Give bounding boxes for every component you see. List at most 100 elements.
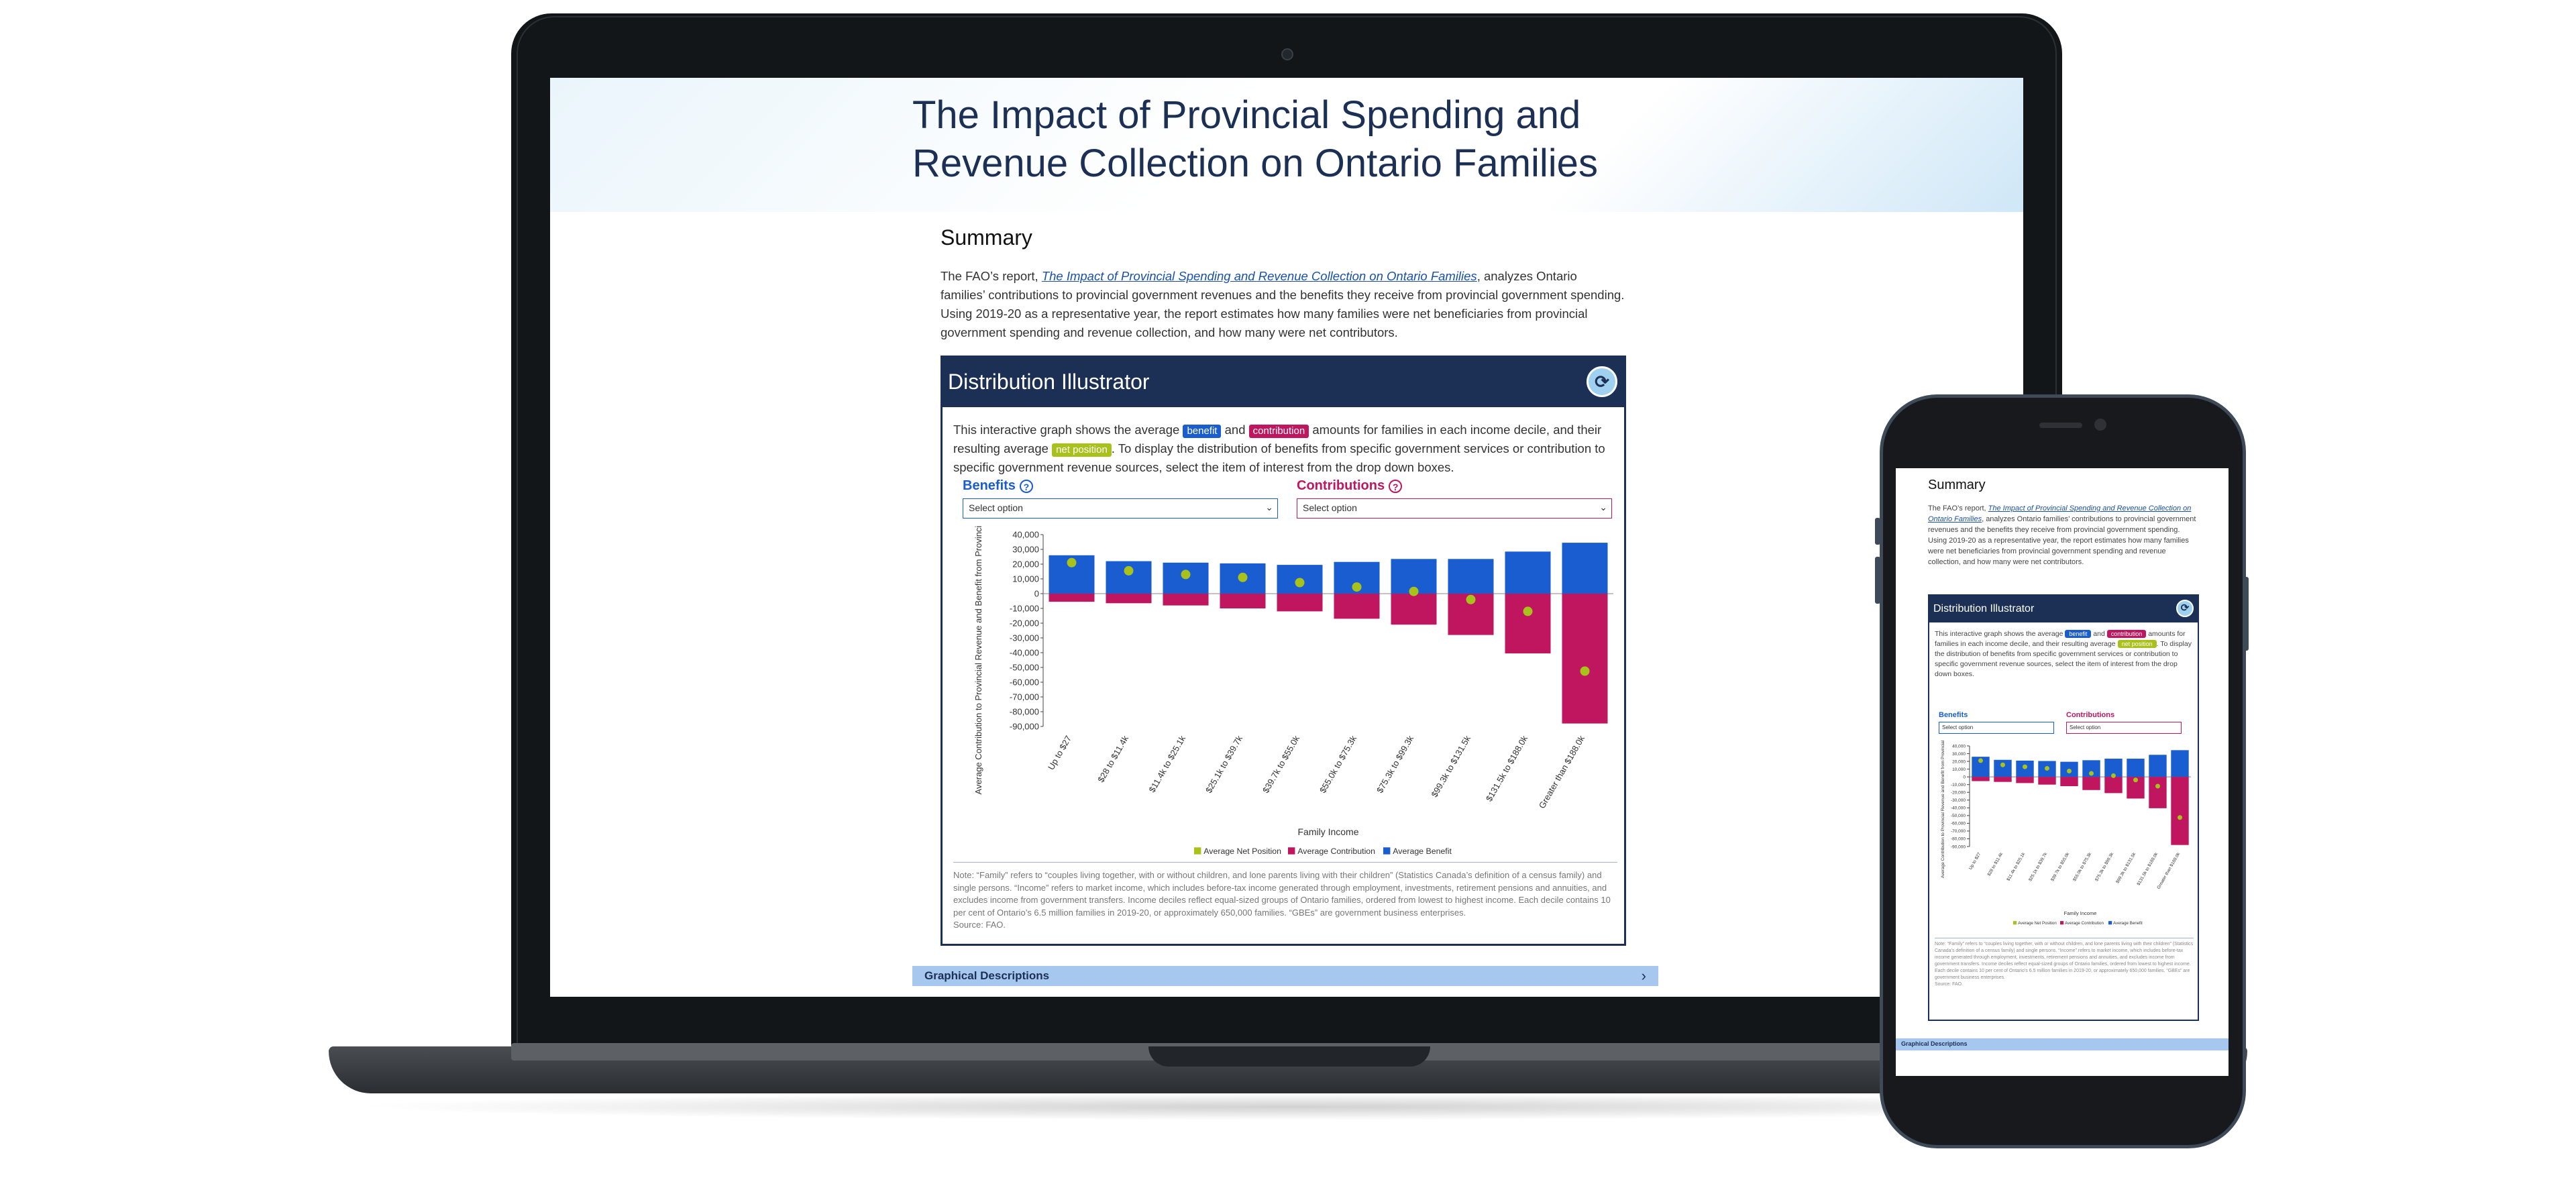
contribution-bar bbox=[1505, 594, 1551, 654]
x-tick-label: $28 to $11.4k bbox=[1095, 734, 1130, 784]
y-axis-label: Average Contribution to Provincial Reven… bbox=[973, 525, 983, 794]
x-tick-label: $39.7k to $55.0k bbox=[1260, 734, 1301, 795]
mobile-summary-paragraph: The FAO’s report, The Impact of Provinci… bbox=[1928, 503, 2199, 567]
contributions-label: Contributions? bbox=[1297, 478, 1403, 494]
y-tick-label: 20,000 bbox=[1952, 759, 1966, 764]
mobile-benefits-select[interactable]: Select option bbox=[1939, 722, 2054, 734]
y-axis-label: Average Contribution to Provincial Reven… bbox=[1941, 741, 1945, 878]
mobile-contributions-select[interactable]: Select option bbox=[2066, 722, 2182, 734]
x-tick-label: $55.0k to $75.3k bbox=[1318, 734, 1358, 795]
y-tick-label: -30,000 bbox=[1010, 633, 1039, 643]
net-position-point bbox=[2023, 764, 2027, 769]
y-tick-label: -30,000 bbox=[1951, 798, 1966, 803]
x-axis-label: Family Income bbox=[2064, 910, 2097, 916]
contribution-bar bbox=[2149, 777, 2167, 808]
contribution-bar bbox=[1994, 777, 2012, 782]
x-tick-label: Greater than $188.0k bbox=[2156, 851, 2181, 889]
x-tick-label: $99.3k to $131.5k bbox=[2115, 851, 2137, 884]
contribution-bar bbox=[1562, 594, 1608, 724]
contribution-bar bbox=[1277, 594, 1323, 612]
refresh-icon[interactable]: ⟳ bbox=[1587, 366, 1617, 397]
net-position-point bbox=[2133, 777, 2138, 783]
net-position-point bbox=[1181, 569, 1191, 580]
y-tick-label: -10,000 bbox=[1010, 604, 1039, 614]
y-tick-label: 10,000 bbox=[1952, 767, 1966, 772]
net-position-point bbox=[1409, 586, 1419, 596]
mobile-benefits-select-value: Select option bbox=[1942, 724, 1974, 730]
x-tick-label: $55.0k to $75.3k bbox=[2072, 851, 2092, 882]
net-position-point bbox=[1124, 565, 1134, 576]
distribution-illustrator: Distribution Illustrator ⟳ This interact… bbox=[941, 356, 1626, 946]
x-tick-label: $75.3k to $99.3k bbox=[1375, 734, 1415, 795]
mobile-contributions-select-value: Select option bbox=[2070, 724, 2101, 730]
y-tick-label: 40,000 bbox=[1952, 744, 1966, 749]
net-position-point bbox=[2089, 771, 2094, 776]
phone-screen: Summary The FAO’s report, The Impact of … bbox=[1896, 468, 2229, 1076]
y-tick-label: -90,000 bbox=[1010, 722, 1039, 732]
graphical-descriptions-toggle[interactable]: Graphical Descriptions › bbox=[912, 966, 1658, 986]
y-tick-label: 0 bbox=[1963, 775, 1966, 779]
contribution-bar bbox=[1163, 594, 1209, 606]
mobile-note-text: Note: “Family” refers to “couples living… bbox=[1935, 942, 2194, 980]
y-tick-label: -80,000 bbox=[1951, 837, 1966, 842]
mobile-contributions-label: Contributions bbox=[2066, 711, 2115, 719]
mobile-intro-1: This interactive graph shows the average bbox=[1935, 630, 2065, 638]
y-tick-label: -10,000 bbox=[1951, 783, 1966, 787]
net-position-point bbox=[1238, 572, 1248, 582]
contributions-select[interactable]: Select option ⌄ bbox=[1297, 498, 1612, 519]
legend-label: Average Net Position bbox=[1203, 847, 1281, 856]
legend-swatch bbox=[2013, 921, 2017, 925]
contribution-bar bbox=[1972, 777, 1990, 781]
legend-label: Average Benefit bbox=[1393, 847, 1452, 856]
contribution-bar bbox=[2082, 777, 2100, 790]
mobile-intro-2: and bbox=[2091, 630, 2107, 638]
contribution-bar bbox=[2016, 777, 2034, 783]
contribution-bar bbox=[1106, 594, 1152, 604]
y-tick-label: -50,000 bbox=[1010, 663, 1039, 673]
y-tick-label: -40,000 bbox=[1010, 648, 1039, 658]
contribution-bar bbox=[1220, 594, 1266, 608]
mobile-graphical-descriptions-label: Graphical Descriptions bbox=[1901, 1040, 1968, 1047]
illustrator-intro: This interactive graph shows the average… bbox=[953, 421, 1619, 477]
laptop-screen: The Impact of Provincial Spending and Re… bbox=[550, 78, 2023, 997]
help-icon[interactable]: ? bbox=[1019, 479, 1033, 493]
benefits-label-text: Benefits bbox=[963, 478, 1016, 493]
refresh-icon[interactable]: ⟳ bbox=[2176, 600, 2194, 617]
contribution-pill: contribution bbox=[1248, 425, 1309, 438]
help-icon[interactable]: ? bbox=[1389, 479, 1403, 493]
x-tick-label: $25.1k to $39.7k bbox=[2028, 851, 2048, 882]
benefit-bar bbox=[1106, 561, 1152, 594]
net-position-point bbox=[2000, 762, 2005, 767]
benefit-bar bbox=[2149, 755, 2167, 777]
contribution-pill: contribution bbox=[2106, 630, 2147, 638]
contribution-bar bbox=[2038, 777, 2056, 785]
mobile-summary-start: The FAO’s report, bbox=[1928, 504, 1988, 512]
chart-note: Note: “Family” refers to “couples living… bbox=[953, 862, 1617, 932]
mobile-illustrator-intro: This interactive graph shows the average… bbox=[1935, 629, 2194, 679]
y-tick-label: 30,000 bbox=[1952, 752, 1966, 757]
contribution-bar bbox=[1049, 594, 1095, 602]
x-tick-label: $99.3k to $131.5k bbox=[1429, 734, 1472, 799]
net-position-point bbox=[1067, 557, 1077, 567]
y-tick-label: -60,000 bbox=[1951, 822, 1966, 826]
benefits-select[interactable]: Select option ⌄ bbox=[963, 498, 1278, 519]
x-tick-label: Up to $27 bbox=[1046, 734, 1073, 771]
mobile-source-text: Source: FAO. bbox=[1935, 982, 1964, 987]
benefit-bar bbox=[1994, 759, 2012, 777]
mobile-illustrator-title: Distribution Illustrator bbox=[1933, 603, 2035, 614]
chevron-right-icon: › bbox=[1641, 967, 1646, 984]
contributions-label-text: Contributions bbox=[1297, 478, 1385, 493]
mobile-graphical-descriptions-toggle[interactable]: Graphical Descriptions bbox=[1896, 1038, 2229, 1050]
report-link[interactable]: The Impact of Provincial Spending and Re… bbox=[1042, 269, 1477, 283]
summary-paragraph: The FAO’s report, The Impact of Provinci… bbox=[941, 267, 1625, 342]
y-tick-label: -70,000 bbox=[1951, 829, 1966, 834]
y-tick-label: -80,000 bbox=[1010, 707, 1039, 717]
phone-mute-button bbox=[1875, 518, 1880, 545]
x-tick-label: Greater than $188.0k bbox=[1537, 734, 1587, 810]
graphical-descriptions-label: Graphical Descriptions bbox=[924, 969, 1050, 982]
benefit-bar bbox=[1448, 559, 1494, 594]
distribution-chart: 40,000 30,000 20,000 10,000 0 -10,000 -20,000 -… bbox=[973, 525, 1613, 856]
benefit-pill: benefit bbox=[2065, 630, 2092, 638]
benefit-bar bbox=[1505, 551, 1551, 594]
benefit-pill: benefit bbox=[1183, 425, 1222, 438]
